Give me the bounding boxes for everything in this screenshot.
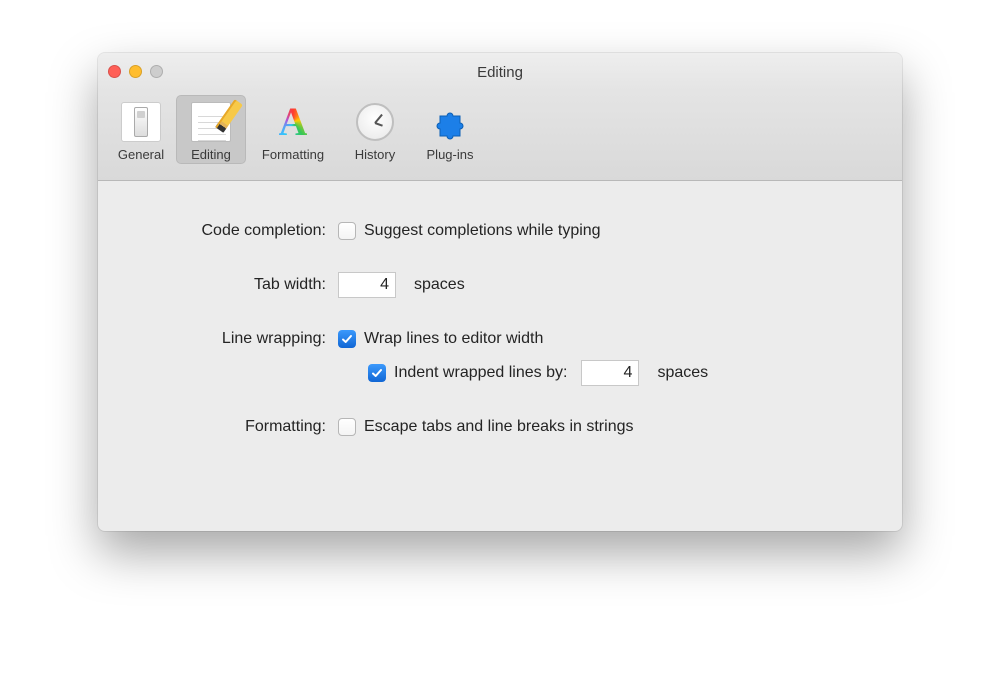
tab-formatting-label: Formatting [262,147,324,162]
tab-general-label: General [118,147,164,162]
tab-plugins[interactable]: Plug-ins [410,95,490,164]
row-code-completion: Code completion: Suggest completions whi… [128,217,872,245]
label-suggest-completions: Suggest completions while typing [364,222,601,240]
unit-tab-width: spaces [414,276,465,294]
tab-formatting[interactable]: A Formatting [246,95,340,164]
label-escape-tabs: Escape tabs and line breaks in strings [364,418,633,436]
row-indent-wrapped: Indent wrapped lines by: spaces [128,359,872,387]
checkbox-suggest-completions[interactable] [338,222,356,240]
row-formatting: Formatting: Escape tabs and line breaks … [128,413,872,441]
zoom-button-disabled [150,65,163,78]
row-line-wrapping: Line wrapping: Wrap lines to editor widt… [128,325,872,353]
formatting-icon: A [270,99,316,145]
traffic-lights [108,65,163,78]
label-line-wrapping: Line wrapping: [128,330,338,348]
preferences-toolbar: General Editing A Formatting History [98,91,902,181]
label-code-completion: Code completion: [128,222,338,240]
general-icon [118,99,164,145]
row-tab-width: Tab width: spaces [128,271,872,299]
checkbox-indent-wrapped[interactable] [368,364,386,382]
label-tab-width: Tab width: [128,276,338,294]
label-formatting-section: Formatting: [128,418,338,436]
history-icon [352,99,398,145]
preferences-window: Editing General Editing A Formatting His… [98,53,902,531]
tab-editing-label: Editing [191,147,231,162]
editing-icon [188,99,234,145]
tab-general[interactable]: General [106,95,176,164]
tab-plugins-label: Plug-ins [427,147,474,162]
titlebar: Editing [98,53,902,91]
tab-editing[interactable]: Editing [176,95,246,164]
input-indent-amount[interactable] [581,360,639,386]
label-wrap-lines: Wrap lines to editor width [364,330,543,348]
plugins-icon [427,99,473,145]
checkbox-escape-tabs[interactable] [338,418,356,436]
close-button[interactable] [108,65,121,78]
tab-history-label: History [355,147,395,162]
minimize-button[interactable] [129,65,142,78]
input-tab-width[interactable] [338,272,396,298]
settings-content: Code completion: Suggest completions whi… [98,181,902,441]
window-title: Editing [477,64,523,81]
label-indent-wrapped: Indent wrapped lines by: [394,364,567,382]
checkbox-wrap-lines[interactable] [338,330,356,348]
unit-indent: spaces [657,364,708,382]
tab-history[interactable]: History [340,95,410,164]
